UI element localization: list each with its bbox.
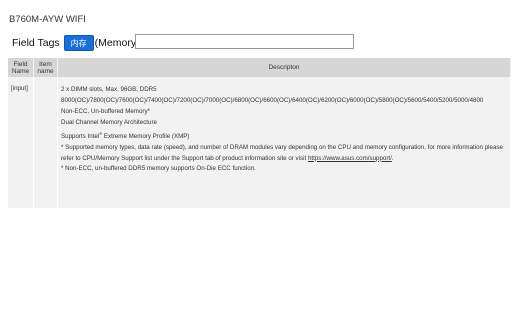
spec-table: Field Name Item name Descripton [input] … (8, 58, 511, 208)
description-line: 2 x DIMM slots, Max. 96GB, DDR5 (61, 86, 157, 93)
memory-tag-button[interactable]: 内存 (63, 35, 94, 51)
page: B760M-AYW WIFI Field Tags 内存 (Memory) Fi… (0, 0, 512, 320)
model-name: B760M-AYW WIFI (9, 14, 86, 25)
asus-support-link[interactable]: https://www.asus.com/support/ (308, 155, 392, 162)
memory-tag-text: (Memory) (94, 37, 140, 49)
field-tags-row: Field Tags 内存 (Memory) (12, 35, 140, 51)
memory-note: * Supported memory types, data rate (spe… (61, 143, 503, 162)
xmp-prefix: Supports Intel (61, 132, 100, 140)
item-name-cell (33, 77, 58, 208)
description-line: Supports Intel® Extreme Memory Profile (… (61, 129, 506, 143)
table-row: [input] 2 x DIMM slots, Max. 96GB, DDR5 … (8, 77, 511, 208)
description-line: Non-ECC, Un-buffered Memory* (61, 107, 150, 115)
column-header-field-name: Field Name (8, 58, 34, 77)
column-header-description: Descripton (57, 58, 511, 77)
memory-note-end: . (391, 154, 394, 162)
table-header-row: Field Name Item name Descripton (8, 58, 511, 77)
description-cell: 2 x DIMM slots, Max. 96GB, DDR5 8000(OC)… (57, 77, 511, 208)
description-line: 8000(OC)/7800(OC)/7600(OC)/7400(OC)/7200… (61, 96, 484, 104)
field-tags-input[interactable] (135, 34, 354, 49)
description-line: Dual Channel Memory Architecture (61, 118, 157, 126)
xmp-suffix: Extreme Memory Profile (XMP) (102, 132, 190, 140)
description-line: * Non-ECC, un-buffered DDR5 memory suppo… (61, 165, 256, 173)
field-name-cell: [input] (8, 77, 34, 208)
description-line: * Supported memory types, data rate (spe… (61, 143, 506, 165)
column-header-item-name: Item name (33, 58, 58, 77)
field-tags-label: Field Tags (12, 37, 60, 49)
